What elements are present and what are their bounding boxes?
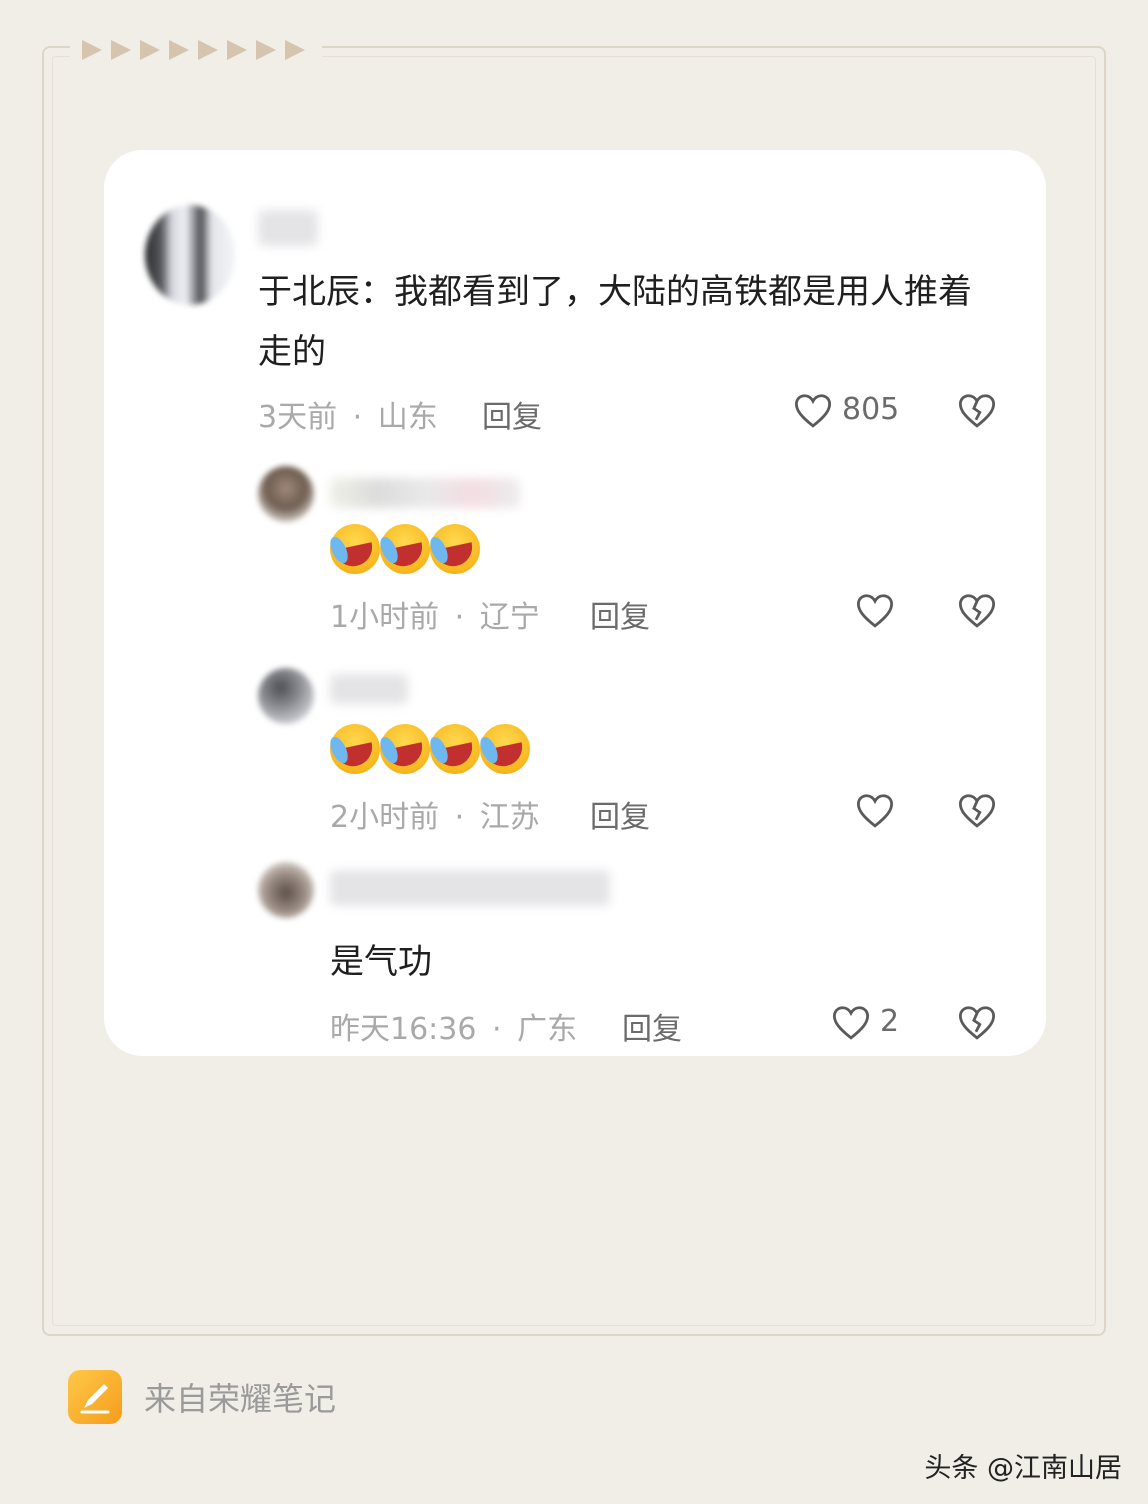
broken-heart-icon[interactable] bbox=[956, 590, 998, 632]
avatar[interactable] bbox=[258, 862, 314, 918]
comment-time: 3天前 bbox=[258, 400, 338, 435]
crying-laughing-face-icon bbox=[330, 524, 380, 574]
crying-laughing-face-icon bbox=[330, 724, 380, 774]
username-blurred[interactable] bbox=[258, 210, 318, 246]
broken-heart-icon[interactable] bbox=[956, 390, 998, 432]
username-blurred[interactable] bbox=[330, 870, 610, 906]
avatar[interactable] bbox=[145, 205, 235, 305]
comment-time: 2小时前 bbox=[330, 800, 440, 835]
comment-meta: 2小时前 · 江苏 bbox=[330, 792, 540, 836]
comment-location: 广东 bbox=[517, 1012, 578, 1047]
source-label: 来自荣耀笔记 bbox=[144, 1380, 337, 1418]
avatar[interactable] bbox=[258, 668, 314, 724]
heart-outline-icon[interactable] bbox=[854, 590, 896, 632]
meta-separator: · bbox=[352, 400, 363, 435]
comment-meta: 1小时前 · 辽宁 bbox=[330, 592, 540, 636]
like-count: 2 bbox=[880, 1004, 900, 1039]
comment-time: 昨天16:36 bbox=[330, 1012, 477, 1047]
comment-location: 山东 bbox=[377, 400, 438, 435]
reply-button[interactable]: 回复 bbox=[590, 592, 650, 636]
arrow-icon bbox=[140, 40, 160, 60]
emoji-row bbox=[330, 724, 530, 774]
comment-time: 1小时前 bbox=[330, 600, 440, 635]
comment-text: 于北辰：我都看到了，大陆的高铁都是用人推着走的 bbox=[258, 272, 972, 372]
arrow-icon bbox=[82, 40, 102, 60]
crying-laughing-face-icon bbox=[480, 724, 530, 774]
heart-outline-icon[interactable] bbox=[792, 390, 834, 432]
broken-heart-icon[interactable] bbox=[956, 790, 998, 832]
comment-meta: 3天前 · 山东 bbox=[258, 392, 438, 436]
arrow-icon bbox=[285, 40, 305, 60]
arrow-icon bbox=[256, 40, 276, 60]
reply-button[interactable]: 回复 bbox=[622, 1004, 682, 1048]
broken-heart-icon[interactable] bbox=[956, 1002, 998, 1044]
meta-separator: · bbox=[454, 600, 465, 635]
comment-meta: 昨天16:36 · 广东 bbox=[330, 1004, 577, 1048]
crying-laughing-face-icon bbox=[380, 724, 430, 774]
comment-location: 辽宁 bbox=[479, 600, 540, 635]
username-blurred[interactable] bbox=[330, 674, 408, 704]
reply-button[interactable]: 回复 bbox=[590, 792, 650, 836]
watermark: 头条 @江南山居 bbox=[924, 1453, 1122, 1484]
arrow-icon bbox=[227, 40, 247, 60]
arrow-icon bbox=[198, 40, 218, 60]
arrow-icon bbox=[169, 40, 189, 60]
decorative-arrows bbox=[70, 34, 322, 66]
like-count: 805 bbox=[842, 392, 900, 427]
comment-text: 是气功 bbox=[330, 942, 432, 982]
heart-outline-icon[interactable] bbox=[854, 790, 896, 832]
reply-button[interactable]: 回复 bbox=[482, 392, 542, 436]
meta-separator: · bbox=[454, 800, 465, 835]
heart-outline-icon[interactable] bbox=[830, 1002, 872, 1044]
emoji-row bbox=[330, 524, 480, 574]
pencil-note-icon bbox=[68, 1370, 122, 1424]
meta-separator: · bbox=[492, 1012, 502, 1047]
comment-location: 江苏 bbox=[479, 800, 540, 835]
arrow-icon bbox=[111, 40, 131, 60]
crying-laughing-face-icon bbox=[430, 524, 480, 574]
crying-laughing-face-icon bbox=[380, 524, 430, 574]
username-blurred[interactable] bbox=[330, 478, 520, 508]
avatar[interactable] bbox=[258, 466, 314, 522]
crying-laughing-face-icon bbox=[430, 724, 480, 774]
